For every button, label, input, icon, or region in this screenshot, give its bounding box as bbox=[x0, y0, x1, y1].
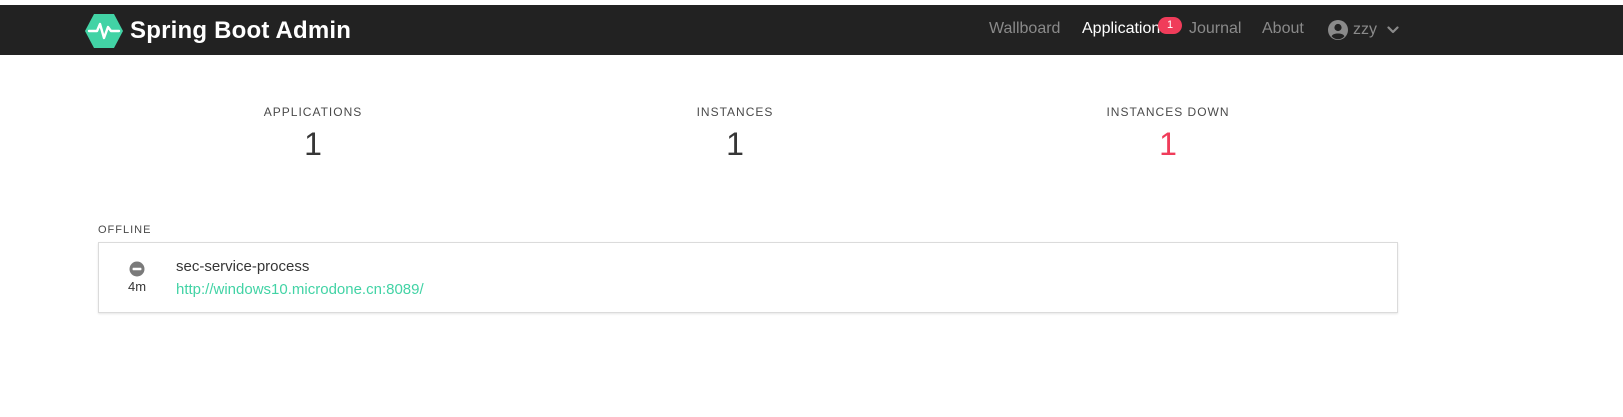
stat-instances-down-label: INSTANCES DOWN bbox=[1106, 105, 1230, 119]
user-name: zzy bbox=[1353, 21, 1377, 38]
nav-item-about[interactable]: About bbox=[1262, 20, 1304, 38]
application-url-link[interactable]: http://windows10.microdone.cn:8089/ bbox=[176, 281, 424, 298]
minus-circle-icon bbox=[129, 261, 145, 277]
group-status-label: OFFLINE bbox=[98, 224, 152, 236]
application-row[interactable]: 4m sec-service-process http://windows10.… bbox=[98, 242, 1398, 313]
stat-instances-label: INSTANCES bbox=[696, 105, 774, 119]
stat-instances-down-value: 1 bbox=[1159, 126, 1177, 162]
brand-title: Spring Boot Admin bbox=[130, 17, 352, 44]
stat-instances: INSTANCES 1 bbox=[635, 104, 835, 162]
stat-applications-value: 1 bbox=[304, 126, 322, 162]
user-circle-icon bbox=[1328, 20, 1348, 40]
heartbeat-hexagon-icon bbox=[85, 14, 123, 48]
brand[interactable]: Spring Boot Admin bbox=[84, 13, 351, 49]
application-name: sec-service-process bbox=[176, 258, 310, 275]
top-navbar: Spring Boot Admin Wallboard Applications… bbox=[0, 5, 1623, 55]
stat-instances-down: INSTANCES DOWN 1 bbox=[1068, 104, 1268, 162]
status-since: 4m bbox=[127, 279, 147, 294]
user-menu[interactable]: zzy bbox=[1328, 19, 1399, 41]
stat-applications-label: APPLICATIONS bbox=[263, 105, 363, 119]
nav-item-applications[interactable]: Applications bbox=[1082, 20, 1168, 38]
stat-instances-value: 1 bbox=[726, 126, 744, 162]
application-status: 4m bbox=[121, 261, 153, 294]
nav-item-wallboard[interactable]: Wallboard bbox=[989, 20, 1060, 38]
applications-count-badge: 1 bbox=[1158, 17, 1182, 34]
chevron-down-icon bbox=[1387, 26, 1399, 34]
stat-applications: APPLICATIONS 1 bbox=[213, 104, 413, 162]
nav-item-journal[interactable]: Journal bbox=[1189, 20, 1241, 38]
